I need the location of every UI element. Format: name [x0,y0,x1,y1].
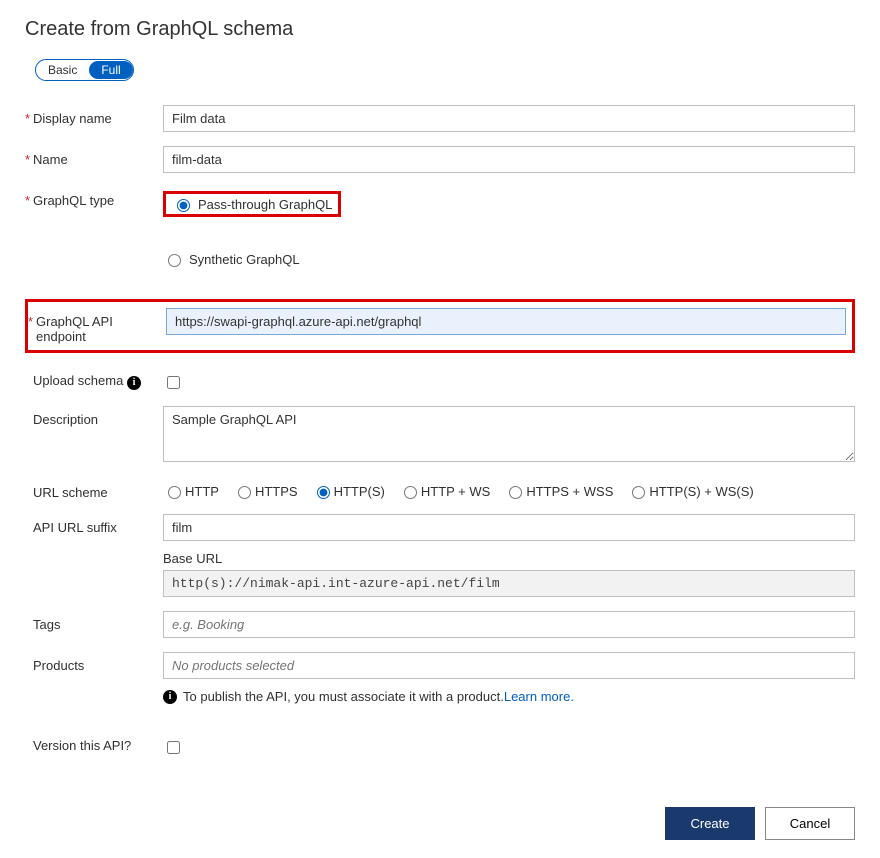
products-input[interactable] [163,652,855,679]
label-products: Products [33,652,163,673]
learn-more-link[interactable]: Learn more. [504,689,574,704]
required-marker: * [25,105,33,126]
label-display-name: Display name [33,105,163,126]
label-name: Name [33,146,163,167]
row-suffix: API URL suffix Base URL http(s)://nimak-… [25,514,855,597]
page-title: Create from GraphQL schema [25,18,855,41]
row-display-name: * Display name [25,105,855,132]
required-marker: * [28,308,36,329]
radio-passthrough-label: Pass-through GraphQL [198,197,332,212]
required-marker: * [25,146,33,167]
row-description: Description Sample GraphQL API [25,406,855,465]
label-tags: Tags [33,611,163,632]
row-name: * Name [25,146,855,173]
row-upload-schema: Upload schema i [25,367,855,392]
required-marker: * [25,187,33,208]
toggle-basic[interactable]: Basic [36,61,89,79]
radio-https-wss[interactable]: HTTPS + WSS [504,483,613,499]
row-version: Version this API? [25,732,855,757]
endpoint-input[interactable] [166,308,846,335]
footer: Create Cancel [25,807,855,840]
label-upload-schema: Upload schema i [33,367,163,390]
create-button[interactable]: Create [665,807,755,840]
label-endpoint: GraphQL API endpoint [36,308,166,344]
row-graphql-type: * GraphQL type Pass-through GraphQL Synt… [25,187,855,271]
highlight-endpoint: * GraphQL API endpoint [25,299,855,353]
row-tags: Tags [25,611,855,638]
label-suffix: API URL suffix [33,514,163,535]
info-icon: i [163,690,177,704]
radio-http-s-ws-s[interactable]: HTTP(S) + WS(S) [627,483,753,499]
label-version: Version this API? [33,732,163,753]
label-url-scheme: URL scheme [33,479,163,500]
suffix-input[interactable] [163,514,855,541]
radio-https[interactable]: HTTPS [233,483,298,499]
radio-http-s[interactable]: HTTP(S) [312,483,385,499]
cancel-button[interactable]: Cancel [765,807,855,840]
radio-synthetic-label: Synthetic GraphQL [189,252,300,267]
label-graphql-type: GraphQL type [33,187,163,208]
base-url-field: http(s)://nimak-api.int-azure-api.net/fi… [163,570,855,597]
tags-input[interactable] [163,611,855,638]
publish-note: i To publish the API, you must associate… [163,689,855,704]
mode-toggle[interactable]: Basic Full [35,59,134,81]
info-icon[interactable]: i [127,376,141,390]
name-input[interactable] [163,146,855,173]
row-products: Products i To publish the API, you must … [25,652,855,704]
radio-synthetic[interactable] [168,254,181,267]
display-name-input[interactable] [163,105,855,132]
radio-http-ws[interactable]: HTTP + WS [399,483,490,499]
upload-schema-checkbox[interactable] [167,376,180,389]
radio-passthrough[interactable] [177,199,190,212]
version-checkbox[interactable] [167,741,180,754]
label-description: Description [33,406,163,427]
radio-http[interactable]: HTTP [163,483,219,499]
toggle-full[interactable]: Full [89,61,132,79]
row-url-scheme: URL scheme HTTP HTTPS HTTP(S) HTTP + WS … [25,479,855,500]
label-base-url: Base URL [163,551,855,566]
highlight-passthrough: Pass-through GraphQL [163,191,341,217]
description-input[interactable]: Sample GraphQL API [163,406,855,462]
